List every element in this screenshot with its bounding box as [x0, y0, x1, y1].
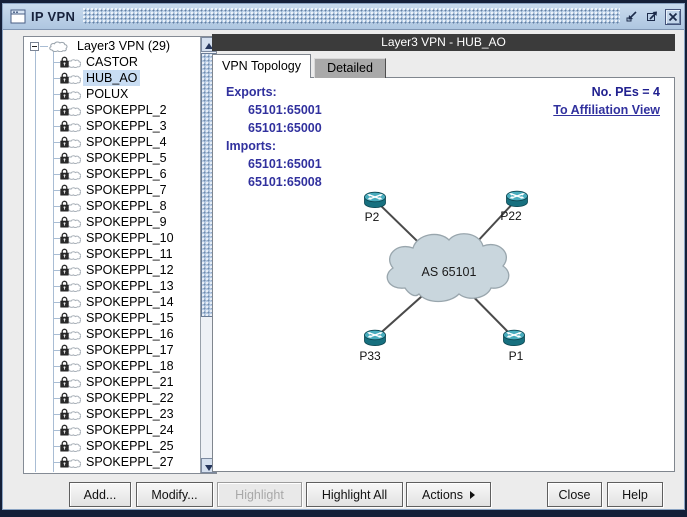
tree-item-label[interactable]: SPOKEPPL_28	[83, 470, 177, 472]
as-cloud[interactable]: AS 65101	[387, 234, 509, 302]
title-bar[interactable]: IP VPN	[3, 4, 684, 30]
tree-item-label[interactable]: SPOKEPPL_7	[83, 182, 170, 198]
tree-item[interactable]: SPOKEPPL_18	[24, 358, 199, 374]
window-frame: IP VPN	[2, 3, 685, 510]
tree-item-label[interactable]: SPOKEPPL_15	[83, 310, 177, 326]
highlight-all-button[interactable]: Highlight All	[306, 482, 403, 507]
tree-item[interactable]: POLUX	[24, 86, 199, 102]
router-label: P1	[509, 349, 524, 363]
tree-item[interactable]: SPOKEPPL_17	[24, 342, 199, 358]
collapse-toggle-icon[interactable]	[30, 42, 39, 51]
topology-diagram: AS 65101 P2 P22 P33 P1	[213, 78, 674, 471]
close-icon[interactable]	[665, 9, 681, 25]
actions-button[interactable]: Actions	[406, 482, 491, 507]
tree-root-label[interactable]: Layer3 VPN (29)	[74, 38, 173, 54]
tree-item-label[interactable]: SPOKEPPL_18	[83, 358, 177, 374]
tree-item[interactable]: SPOKEPPL_3	[24, 118, 199, 134]
window-icon	[10, 9, 26, 29]
titlebar-texture	[83, 8, 620, 24]
modify-button[interactable]: Modify...	[136, 482, 213, 507]
tree-item[interactable]: SPOKEPPL_28	[24, 470, 199, 472]
router-label: P22	[500, 209, 522, 223]
tree-root-row[interactable]: Layer3 VPN (29)	[24, 38, 199, 54]
tree-item[interactable]: SPOKEPPL_8	[24, 198, 199, 214]
tree-item[interactable]: SPOKEPPL_23	[24, 406, 199, 422]
add-button[interactable]: Add...	[69, 482, 131, 507]
tree-item[interactable]: SPOKEPPL_13	[24, 278, 199, 294]
router-icon-p2[interactable]	[365, 192, 386, 207]
tree-item-label[interactable]: SPOKEPPL_25	[83, 438, 177, 454]
panel-title: Layer3 VPN - HUB_AO	[212, 34, 675, 51]
menu-arrow-icon	[470, 491, 475, 499]
help-button[interactable]: Help	[607, 482, 663, 507]
tree-item[interactable]: SPOKEPPL_11	[24, 246, 199, 262]
tree-item[interactable]: SPOKEPPL_6	[24, 166, 199, 182]
close-button[interactable]: Close	[547, 482, 602, 507]
tree-item[interactable]: SPOKEPPL_21	[24, 374, 199, 390]
router-label: P2	[365, 210, 380, 224]
tree-item[interactable]: SPOKEPPL_2	[24, 102, 199, 118]
tree-item[interactable]: SPOKEPPL_9	[24, 214, 199, 230]
router-icon-p1[interactable]	[504, 330, 525, 345]
window-title: IP VPN	[31, 9, 75, 24]
tree-item-label[interactable]: SPOKEPPL_12	[83, 262, 177, 278]
tree-item-label[interactable]: SPOKEPPL_27	[83, 454, 177, 470]
tree-item-label[interactable]: SPOKEPPL_10	[83, 230, 177, 246]
tree-item[interactable]: SPOKEPPL_5	[24, 150, 199, 166]
tree-item[interactable]: CASTOR	[24, 54, 199, 70]
vpn-topology-content: Exports: 65101:6500165101:65000 Imports:…	[212, 77, 675, 472]
ip-vpn-window: IP VPN	[0, 0, 687, 517]
tree-item-label[interactable]: SPOKEPPL_4	[83, 134, 170, 150]
tree-item-label[interactable]: SPOKEPPL_13	[83, 278, 177, 294]
tree-item[interactable]: SPOKEPPL_24	[24, 422, 199, 438]
tree-item[interactable]: SPOKEPPL_15	[24, 310, 199, 326]
tree-item-label[interactable]: CASTOR	[83, 54, 141, 70]
router-icon-p22[interactable]	[507, 191, 528, 206]
tree-item[interactable]: SPOKEPPL_10	[24, 230, 199, 246]
vpn-tree-panel: Layer3 VPN (29) CASTOR HUB	[23, 36, 217, 474]
tree-item-label[interactable]: SPOKEPPL_2	[83, 102, 170, 118]
restore-down-icon[interactable]	[624, 9, 640, 25]
tree-item-label[interactable]: SPOKEPPL_22	[83, 390, 177, 406]
vpn-tree: Layer3 VPN (29) CASTOR HUB	[24, 38, 199, 472]
tree-item[interactable]: SPOKEPPL_14	[24, 294, 199, 310]
router-label: P33	[359, 349, 381, 363]
tree-item-label[interactable]: SPOKEPPL_21	[83, 374, 177, 390]
highlight-button[interactable]: Highlight	[217, 482, 302, 507]
tree-item[interactable]: SPOKEPPL_12	[24, 262, 199, 278]
tree-item-label[interactable]: SPOKEPPL_23	[83, 406, 177, 422]
tree-item-label[interactable]: SPOKEPPL_24	[83, 422, 177, 438]
tree-item-label[interactable]: SPOKEPPL_9	[83, 214, 170, 230]
maximize-icon[interactable]	[644, 9, 660, 25]
tree-item-label[interactable]: POLUX	[83, 86, 131, 102]
tree-item[interactable]: SPOKEPPL_4	[24, 134, 199, 150]
tab-detailed[interactable]: Detailed	[314, 58, 386, 78]
tab-vpn-topology[interactable]: VPN Topology	[212, 54, 311, 78]
tree-item-label[interactable]: SPOKEPPL_17	[83, 342, 177, 358]
tree-item[interactable]: HUB_AO	[24, 70, 199, 86]
tree-item-label[interactable]: HUB_AO	[83, 70, 140, 86]
tree-item[interactable]: SPOKEPPL_25	[24, 438, 199, 454]
tree-item-label[interactable]: SPOKEPPL_16	[83, 326, 177, 342]
tree-item-label[interactable]: SPOKEPPL_14	[83, 294, 177, 310]
tree-item-label[interactable]: SPOKEPPL_11	[83, 246, 176, 262]
tree-item-label[interactable]: SPOKEPPL_3	[83, 118, 170, 134]
router-icon-p33[interactable]	[365, 330, 386, 345]
tree-item[interactable]: SPOKEPPL_7	[24, 182, 199, 198]
tree-item-label[interactable]: SPOKEPPL_6	[83, 166, 170, 182]
tree-item[interactable]: SPOKEPPL_27	[24, 454, 199, 470]
as-cloud-label: AS 65101	[422, 265, 477, 279]
tree-item-label[interactable]: SPOKEPPL_5	[83, 150, 170, 166]
tree-item[interactable]: SPOKEPPL_16	[24, 326, 199, 342]
tree-item-label[interactable]: SPOKEPPL_8	[83, 198, 170, 214]
tree-item[interactable]: SPOKEPPL_22	[24, 390, 199, 406]
